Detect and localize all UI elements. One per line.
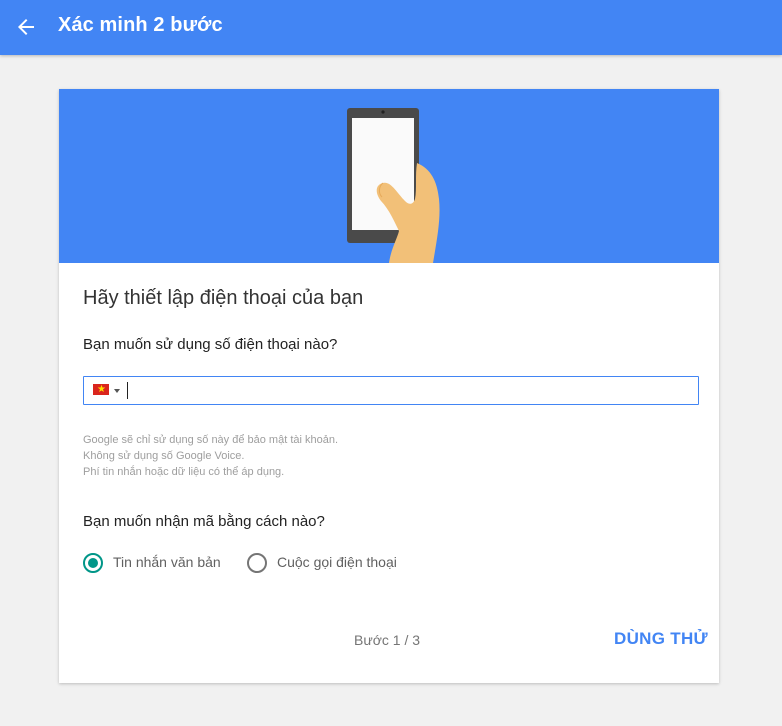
phone-number-input[interactable] [126, 380, 686, 400]
try-button[interactable]: DÙNG THỬ [614, 629, 708, 649]
app-bar: Xác minh 2 bước [0, 0, 782, 55]
phone-question: Bạn muốn sử dụng số điện thoại nào? [83, 336, 338, 353]
radio-label: Tin nhắn văn bản [113, 554, 221, 570]
setup-card: Hãy thiết lập điện thoại của bạn Bạn muố… [59, 89, 719, 683]
phone-notes: Google sẽ chỉ sử dụng số này để bảo mật … [83, 432, 338, 480]
phone-number-field[interactable]: ★ [83, 376, 699, 405]
text-cursor [127, 382, 128, 399]
note-line: Không sử dụng số Google Voice. [83, 450, 245, 462]
method-question: Bạn muốn nhận mã bằng cách nào? [83, 513, 325, 530]
radio-unchecked-icon [247, 553, 267, 573]
radio-label: Cuộc gọi điện thoại [277, 554, 397, 570]
arrow-left-icon [18, 19, 34, 35]
note-line: Google sẽ chỉ sử dụng số này để bảo mật … [83, 434, 339, 446]
vietnam-flag-icon: ★ [93, 384, 109, 395]
page-title: Xác minh 2 bước [58, 14, 223, 36]
country-selector[interactable]: ★ [84, 377, 124, 404]
card-heading: Hãy thiết lập điện thoại của bạn [83, 287, 364, 309]
note-line: Phí tin nhắn hoặc dữ liệu có thể áp dụng… [83, 466, 285, 478]
step-indicator: Bước 1 / 3 [354, 632, 421, 648]
hero-banner [59, 89, 719, 263]
back-button[interactable] [12, 13, 40, 41]
hand-holding-phone-illustration [347, 108, 440, 263]
caret-down-icon [114, 389, 120, 393]
radio-dot [88, 558, 98, 568]
